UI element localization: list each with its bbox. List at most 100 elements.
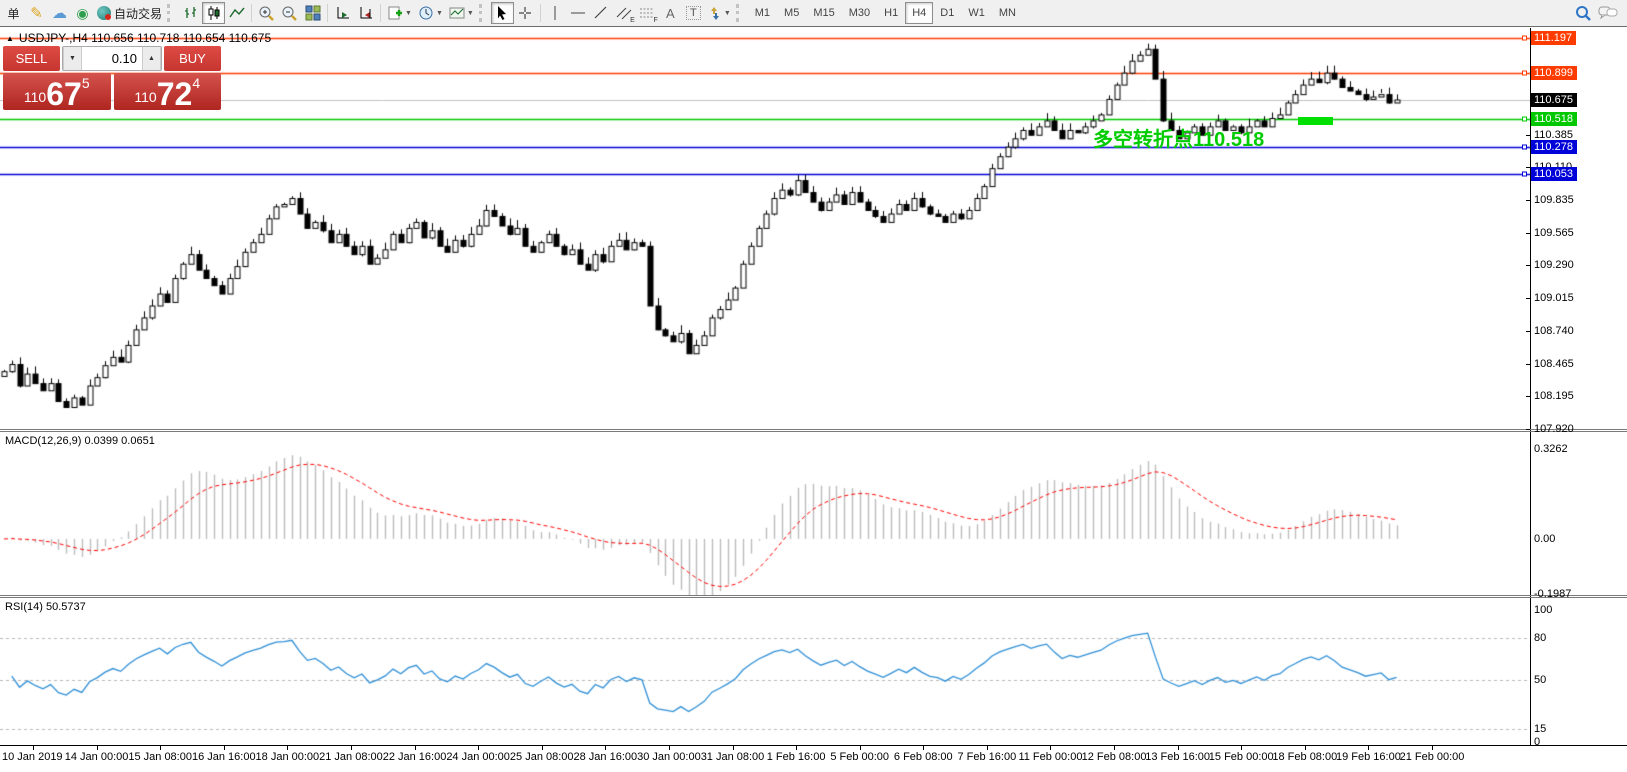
timeframe-d1-button[interactable]: D1: [933, 2, 961, 24]
templates-button[interactable]: ▼: [446, 2, 477, 24]
time-axis-label: 18 Jan 00:00: [255, 751, 320, 763]
signals-icon[interactable]: ◉: [71, 2, 94, 24]
time-axis-tick: [669, 745, 670, 750]
timeframe-h1-button[interactable]: H1: [877, 2, 905, 24]
autotrading-button[interactable]: 自动交易: [94, 2, 165, 24]
crosshair-button[interactable]: [514, 2, 537, 24]
time-axis-label: 10 Jan 2019: [2, 751, 63, 763]
price-tick-mark: [1526, 167, 1530, 168]
time-axis-tick: [1178, 745, 1179, 750]
time-axis-tick: [478, 745, 479, 750]
zoom-out-icon[interactable]: [278, 2, 301, 24]
draw-text-button[interactable]: A: [659, 2, 682, 24]
time-axis-tick: [1050, 745, 1051, 750]
draw-text-label-button[interactable]: T: [682, 2, 705, 24]
volume-decrease-button[interactable]: ▼: [63, 47, 82, 70]
rsi-tick-label: 80: [1534, 632, 1547, 644]
periods-caret-icon: ▼: [435, 9, 443, 17]
cursor-button[interactable]: [490, 2, 514, 24]
chat-icon[interactable]: [1595, 2, 1621, 24]
macd-tick-label: 0.00: [1534, 532, 1556, 545]
time-axis-label: 5 Feb 00:00: [830, 751, 890, 763]
periods-button[interactable]: ▼: [415, 2, 446, 24]
arrows-button[interactable]: ▼: [705, 2, 734, 24]
price-tick-label: 109.015: [1534, 292, 1574, 305]
rsi-indicator-canvas[interactable]: [0, 598, 1530, 745]
time-axis-tick: [1305, 745, 1306, 750]
hline-handle: [1522, 35, 1527, 41]
price-tick-mark: [1526, 200, 1530, 201]
main-chart-canvas[interactable]: [0, 28, 1530, 429]
search-icon[interactable]: [1571, 2, 1595, 24]
time-axis-label: 21 Feb 00:00: [1399, 751, 1465, 763]
styler-icon[interactable]: ✎: [25, 2, 48, 24]
time-axis-tick: [1368, 745, 1369, 750]
window-splitter[interactable]: [0, 429, 1627, 430]
buy-price-big: 72: [156, 75, 193, 112]
bar-chart-type-icon[interactable]: [179, 2, 202, 24]
mt4-window: 单 ✎ ☁ ◉ 自动交易 ▼ ▼ ▼ E F A T ▼ M1 M5 M15 M…: [0, 0, 1627, 772]
timeframe-m30-button[interactable]: M30: [842, 2, 877, 24]
buy-price-tile[interactable]: 110 72 4: [113, 73, 221, 112]
timeframe-h4-button[interactable]: H4: [905, 2, 934, 24]
community-icon[interactable]: ☁: [48, 2, 71, 24]
price-line-label: 110.518: [1531, 111, 1577, 126]
time-axis-label: 7 Feb 16:00: [957, 751, 1017, 763]
time-axis-label: 19 Feb 16:00: [1335, 751, 1401, 763]
price-tick-label: 107.920: [1534, 423, 1574, 435]
volume-input[interactable]: 0.10: [82, 47, 142, 70]
time-axis-tick: [860, 745, 861, 750]
hline-handle: [1522, 144, 1527, 150]
chart-shift-icon[interactable]: [354, 2, 377, 24]
timeframe-m15-button[interactable]: M15: [806, 2, 841, 24]
time-axis-tick: [796, 745, 797, 750]
window-splitter[interactable]: [0, 595, 1627, 596]
channel-e-label: E: [630, 17, 635, 24]
indicators-button[interactable]: ▼: [384, 2, 415, 24]
price-tick-mark: [1526, 429, 1530, 430]
candlestick-chart-type-icon[interactable]: [202, 2, 226, 24]
autotrading-icon: [97, 6, 111, 20]
time-axis-tick: [605, 745, 606, 750]
chart-title-text: USDJPY-,H4 110.656 110.718 110.654 110.6…: [18, 31, 272, 45]
line-chart-type-icon[interactable]: [225, 2, 248, 24]
tile-windows-icon[interactable]: [301, 2, 324, 24]
price-tick-mark: [1526, 331, 1530, 332]
buy-button[interactable]: BUY: [164, 46, 221, 71]
fibonacci-button[interactable]: F: [636, 2, 659, 24]
window-collapse-icon[interactable]: ▲: [6, 34, 14, 43]
window-splitter[interactable]: [0, 597, 1627, 598]
turning-point-annotation: 多空转折点110.518: [1093, 129, 1265, 151]
time-axis-tick: [987, 745, 988, 750]
sell-price-sup: 5: [81, 75, 90, 91]
time-axis-tick: [287, 745, 288, 750]
time-axis-tick: [97, 745, 98, 750]
vertical-line-button[interactable]: [544, 2, 567, 24]
equidistant-channel-button[interactable]: E: [613, 2, 636, 24]
one-click-trading-panel: SELL ▼ 0.10 ▲ BUY 110 67 5 110 72 4: [3, 46, 221, 110]
trendline-button[interactable]: [590, 2, 613, 24]
price-tick-label: 109.565: [1534, 226, 1574, 239]
time-axis-label: 25 Jan 08:00: [509, 751, 574, 763]
macd-indicator-canvas[interactable]: [0, 432, 1530, 596]
price-line-label: 111.197: [1531, 30, 1577, 45]
window-splitter[interactable]: [0, 431, 1627, 432]
price-tick-mark: [1526, 396, 1530, 397]
volume-spinner: ▼ 0.10 ▲: [62, 46, 162, 71]
auto-scroll-icon[interactable]: [331, 2, 354, 24]
time-axis-tick: [415, 745, 416, 750]
zoom-in-icon[interactable]: [255, 2, 278, 24]
volume-increase-button[interactable]: ▲: [142, 47, 161, 70]
timeframe-m1-button[interactable]: M1: [748, 2, 777, 24]
time-axis-label: 30 Jan 00:00: [637, 751, 701, 763]
new-order-button[interactable]: 单: [2, 2, 25, 24]
sell-price-tile[interactable]: 110 67 5: [3, 73, 111, 110]
timeframe-mn-button[interactable]: MN: [992, 2, 1023, 24]
time-axis-tick: [1432, 745, 1433, 750]
price-line-label: 110.675: [1531, 93, 1577, 107]
timeframe-w1-button[interactable]: W1: [961, 2, 992, 24]
time-axis-tick: [351, 745, 352, 750]
timeframe-m5-button[interactable]: M5: [777, 2, 806, 24]
horizontal-line-button[interactable]: [567, 2, 590, 24]
sell-button[interactable]: SELL: [3, 46, 60, 71]
